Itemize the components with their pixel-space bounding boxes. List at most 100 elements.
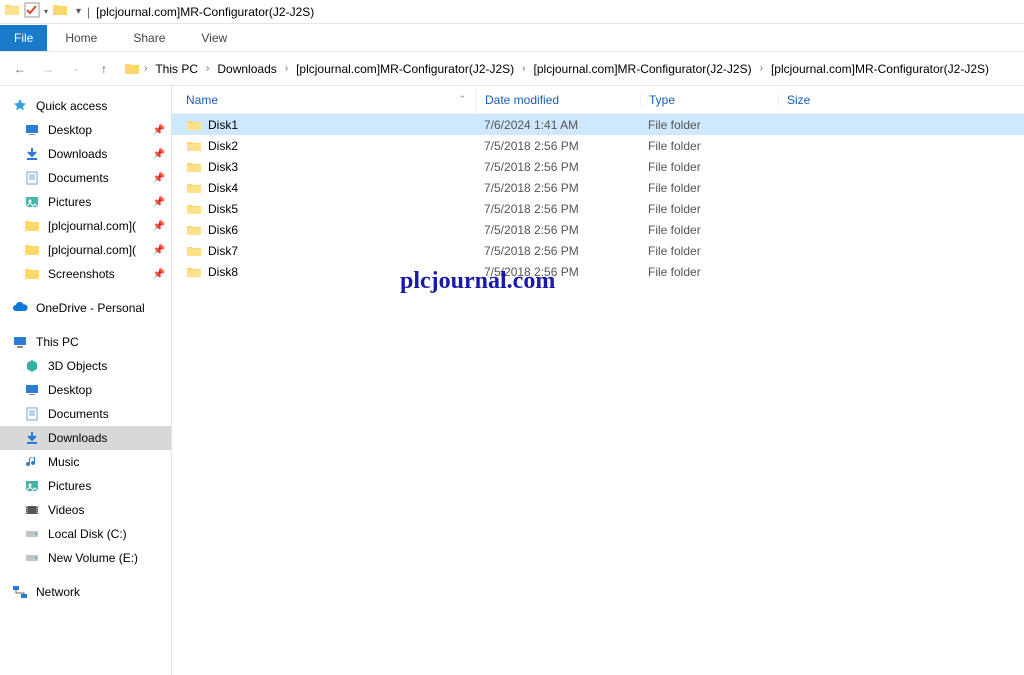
doc-icon: [24, 406, 40, 422]
this-pc-header[interactable]: This PC: [0, 330, 171, 354]
down-icon: [24, 430, 40, 446]
cell-type: File folder: [640, 202, 778, 216]
folder-icon: [186, 138, 202, 154]
chevron-right-icon[interactable]: ›: [142, 63, 149, 74]
chevron-right-icon[interactable]: ›: [204, 63, 211, 74]
sidebar-item-downloads[interactable]: Downloads📌: [0, 142, 171, 166]
sidebar-item-label: Videos: [48, 503, 84, 517]
crumb-folder-2[interactable]: [plcjournal.com]MR-Configurator(J2-J2S): [530, 60, 756, 78]
crumb-this-pc[interactable]: This PC: [151, 60, 202, 78]
folder-icon: [24, 266, 40, 282]
sidebar-item-screenshots[interactable]: Screenshots📌: [0, 262, 171, 286]
column-name[interactable]: Name⌃: [186, 93, 476, 107]
sidebar-item-label: New Volume (E:): [48, 551, 138, 565]
sidebar-item-music[interactable]: Music: [0, 450, 171, 474]
cloud-icon: [12, 300, 28, 316]
desktop-icon: [24, 122, 40, 138]
sidebar-item-pictures[interactable]: Pictures: [0, 474, 171, 498]
cell-name: Disk1: [186, 117, 476, 133]
doc-icon: [24, 170, 40, 186]
pc-icon: [12, 334, 28, 350]
table-row[interactable]: Disk17/6/2024 1:41 AMFile folder: [172, 114, 1024, 135]
folder-icon: [24, 242, 40, 258]
sidebar-item-new-volume-e-[interactable]: New Volume (E:): [0, 546, 171, 570]
sidebar-item--plcjournal-com-[interactable]: [plcjournal.com](📌: [0, 214, 171, 238]
sidebar-item-documents[interactable]: Documents📌: [0, 166, 171, 190]
folder-icon: [4, 2, 20, 21]
window-title: [plcjournal.com]MR-Configurator(J2-J2S): [96, 5, 314, 19]
file-name: Disk4: [208, 181, 238, 195]
checkbox-icon[interactable]: [24, 2, 40, 21]
file-name: Disk5: [208, 202, 238, 216]
quick-access-header[interactable]: Quick access: [0, 94, 171, 118]
up-button[interactable]: ↑: [92, 57, 116, 81]
sidebar-item-label: Pictures: [48, 195, 91, 209]
file-tab[interactable]: File: [0, 25, 47, 51]
titlebar: ▾ ▾ | [plcjournal.com]MR-Configurator(J2…: [0, 0, 1024, 24]
sidebar-item-3d-objects[interactable]: 3D Objects: [0, 354, 171, 378]
titlebar-separator: |: [87, 5, 90, 19]
folder-icon: [186, 243, 202, 259]
cell-type: File folder: [640, 160, 778, 174]
cell-type: File folder: [640, 244, 778, 258]
folder-icon: [24, 218, 40, 234]
sidebar-item-label: Local Disk (C:): [48, 527, 127, 541]
cell-name: Disk8: [186, 264, 476, 280]
cell-date: 7/6/2024 1:41 AM: [476, 118, 640, 132]
table-row[interactable]: Disk57/5/2018 2:56 PMFile folder: [172, 198, 1024, 219]
table-row[interactable]: Disk27/5/2018 2:56 PMFile folder: [172, 135, 1024, 156]
forward-button[interactable]: →: [36, 57, 60, 81]
cell-name: Disk4: [186, 180, 476, 196]
table-row[interactable]: Disk3 7/5/2018 2:56 PMFile folder: [172, 156, 1024, 177]
file-name: Disk8: [208, 265, 238, 279]
cell-name: Disk2: [186, 138, 476, 154]
tab-view[interactable]: View: [183, 25, 245, 51]
folder-small-icon: [52, 2, 68, 21]
main-area: Quick access Desktop📌Downloads📌Documents…: [0, 86, 1024, 675]
cell-date: 7/5/2018 2:56 PM: [476, 181, 640, 195]
crumb-downloads[interactable]: Downloads: [213, 60, 280, 78]
pin-icon: 📌: [153, 245, 165, 256]
breadcrumb[interactable]: › This PC › Downloads › [plcjournal.com]…: [124, 60, 993, 78]
tab-share[interactable]: Share: [115, 25, 183, 51]
chevron-right-icon[interactable]: ›: [758, 63, 765, 74]
cell-type: File folder: [640, 181, 778, 195]
sidebar-item--plcjournal-com-[interactable]: [plcjournal.com]( 📌: [0, 238, 171, 262]
column-type[interactable]: Type: [640, 93, 778, 107]
sidebar-item-pictures[interactable]: Pictures📌: [0, 190, 171, 214]
sidebar-item-label: Documents: [48, 171, 109, 185]
crumb-folder-3[interactable]: [plcjournal.com]MR-Configurator(J2-J2S): [767, 60, 993, 78]
folder-icon: [186, 159, 202, 175]
dropdown-icon[interactable]: ▾: [44, 7, 48, 16]
table-row[interactable]: Disk87/5/2018 2:56 PMFile folder: [172, 261, 1024, 282]
chevron-right-icon[interactable]: ›: [283, 63, 290, 74]
qat-dropdown-icon[interactable]: ▾: [76, 6, 81, 17]
sidebar-item-videos[interactable]: Videos: [0, 498, 171, 522]
column-headers: Name⌃ Date modified Type Size: [172, 86, 1024, 114]
sidebar-item-desktop[interactable]: Desktop📌: [0, 118, 171, 142]
sort-indicator-icon: ⌃: [458, 94, 466, 105]
cell-date: 7/5/2018 2:56 PM: [476, 160, 640, 174]
table-row[interactable]: Disk67/5/2018 2:56 PMFile folder: [172, 219, 1024, 240]
file-name: Disk3: [208, 160, 238, 174]
crumb-folder-1[interactable]: [plcjournal.com]MR-Configurator(J2-J2S): [292, 60, 518, 78]
cell-name: Disk3: [186, 159, 476, 175]
folder-icon: [186, 201, 202, 217]
sidebar-item-downloads[interactable]: Downloads: [0, 426, 171, 450]
onedrive-header[interactable]: OneDrive - Personal: [0, 296, 171, 320]
music-icon: [24, 454, 40, 470]
chevron-right-icon[interactable]: ›: [520, 63, 527, 74]
sidebar-item-local-disk-c-[interactable]: Local Disk (C:): [0, 522, 171, 546]
column-date[interactable]: Date modified: [476, 87, 640, 113]
sidebar-item-label: [plcjournal.com](: [48, 243, 136, 257]
back-button[interactable]: ←: [8, 57, 32, 81]
column-size[interactable]: Size: [778, 93, 858, 107]
tab-home[interactable]: Home: [47, 25, 115, 51]
table-row[interactable]: Disk4 7/5/2018 2:56 PMFile folder: [172, 177, 1024, 198]
sidebar-item-documents[interactable]: Documents: [0, 402, 171, 426]
table-row[interactable]: Disk77/5/2018 2:56 PMFile folder: [172, 240, 1024, 261]
sidebar-item-desktop[interactable]: Desktop: [0, 378, 171, 402]
network-header[interactable]: Network: [0, 580, 171, 604]
recent-dropdown-icon[interactable]: ⌄: [64, 57, 88, 81]
file-rows: Disk17/6/2024 1:41 AMFile folderDisk27/5…: [172, 114, 1024, 282]
